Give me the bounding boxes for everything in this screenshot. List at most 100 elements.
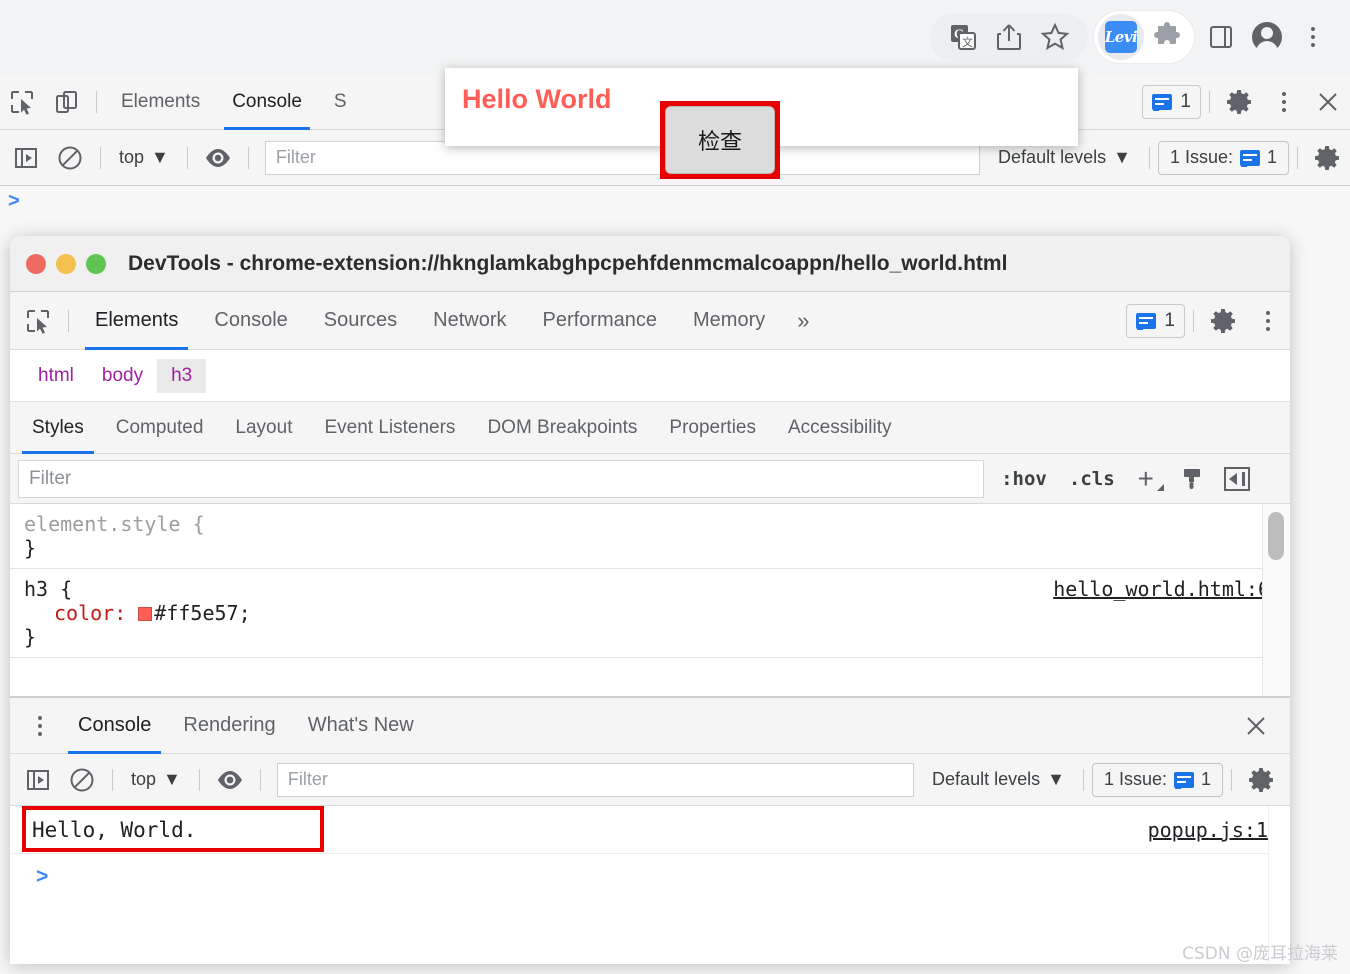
bg-log-levels-select[interactable]: Default levels ▼ [988, 147, 1141, 168]
bg-tab-sources[interactable]: S [318, 74, 363, 130]
print-media-icon[interactable] [1170, 465, 1214, 493]
inspect-element-icon[interactable] [0, 82, 44, 122]
profile-avatar-icon[interactable] [1244, 14, 1290, 60]
subtab-dom-breakpoints[interactable]: DOM Breakpoints [471, 402, 653, 454]
bg-settings-gear-icon[interactable] [1218, 82, 1262, 122]
window-close-button[interactable] [26, 253, 46, 274]
translate-icon[interactable]: G 文 [940, 14, 986, 60]
extension-action-group: Levi [1094, 11, 1194, 63]
style-rule-close-brace: } [24, 536, 37, 560]
bookmark-star-icon[interactable] [1032, 14, 1078, 60]
console-log-text: Hello, World. [32, 817, 197, 842]
devtools-panel-tabbar: Elements Console Sources Network Perform… [10, 292, 1290, 350]
extension-levi-icon[interactable]: Levi [1098, 14, 1144, 60]
console-log-source-link[interactable]: popup.js:1 [1148, 818, 1268, 842]
drawer-tab-rendering[interactable]: Rendering [167, 698, 291, 754]
settings-gear-icon[interactable] [1202, 301, 1246, 341]
chevron-down-icon: ▼ [1113, 147, 1131, 167]
style-rule-element-style[interactable]: element.style { } [10, 504, 1290, 569]
avatar [1252, 22, 1282, 54]
styles-filter-input[interactable]: Filter [18, 459, 985, 498]
tab-elements[interactable]: Elements [77, 292, 196, 350]
subtab-computed[interactable]: Computed [100, 402, 220, 454]
breadcrumb-item-html[interactable]: html [24, 359, 88, 393]
drawer-tab-console[interactable]: Console [62, 698, 167, 754]
breadcrumb: html body h3 [10, 350, 1290, 402]
drawer-tab-whats-new[interactable]: What's New [292, 698, 430, 754]
style-rule-h3[interactable]: h3 { color: #ff5e57; } hello_world.html:… [10, 569, 1290, 658]
styles-scrollbar[interactable] [1262, 504, 1290, 704]
drawer-console-filter-input[interactable]: Filter [276, 762, 915, 797]
breadcrumb-item-h3[interactable]: h3 [157, 358, 207, 393]
styles-scrollbar-thumb[interactable] [1268, 512, 1284, 560]
breadcrumb-item-body[interactable]: body [88, 359, 157, 393]
divider [186, 146, 188, 169]
browser-menu-icon[interactable] [1290, 14, 1336, 60]
side-panel-icon[interactable] [1198, 14, 1244, 60]
tab-console[interactable]: Console [196, 292, 305, 350]
more-options-icon[interactable] [1246, 301, 1290, 341]
live-expression-eye-icon[interactable] [208, 760, 252, 800]
message-badge-icon [1136, 312, 1157, 329]
drawer-close-icon[interactable] [1234, 706, 1278, 746]
drawer-log-levels-select[interactable]: Default levels ▼ [922, 769, 1075, 790]
subtab-styles[interactable]: Styles [16, 402, 100, 454]
style-rule-close-brace: } [24, 625, 37, 649]
tab-network[interactable]: Network [415, 292, 524, 350]
clear-console-icon[interactable] [48, 138, 92, 178]
new-style-rule-button[interactable]: + [1126, 464, 1170, 493]
inspect-button[interactable]: 检查 [665, 106, 775, 174]
more-tabs-icon[interactable]: » [783, 308, 823, 334]
drawer-console-settings-gear-icon[interactable] [1240, 760, 1284, 800]
style-declaration[interactable]: color: #ff5e57; [24, 601, 1290, 625]
window-title: DevTools - chrome-extension://hknglamkab… [128, 251, 1008, 275]
bg-issues-chip[interactable]: 1 Issue: 1 [1157, 140, 1289, 175]
message-count-badge[interactable]: 1 [1126, 303, 1185, 338]
style-source-link[interactable]: hello_world.html:6 [1053, 577, 1270, 601]
divider [112, 768, 113, 791]
extensions-puzzle-icon[interactable] [1144, 14, 1190, 60]
inspect-element-icon[interactable] [16, 301, 60, 341]
bg-tab-elements[interactable]: Elements [105, 74, 216, 130]
execution-context-select[interactable]: top ▼ [109, 147, 179, 168]
drawer-issues-count: 1 [1200, 769, 1211, 789]
devtools-titlebar: DevTools - chrome-extension://hknglamkab… [10, 236, 1290, 292]
window-zoom-button[interactable] [86, 253, 106, 274]
tab-performance[interactable]: Performance [525, 292, 676, 350]
divider [259, 768, 261, 791]
tab-memory[interactable]: Memory [675, 292, 783, 350]
toggle-hover-state-button[interactable]: :hov [990, 468, 1058, 490]
bg-console-prompt[interactable]: > [8, 190, 20, 213]
tab-sources[interactable]: Sources [306, 292, 415, 350]
live-expression-eye-icon[interactable] [196, 138, 240, 178]
divider [68, 309, 69, 332]
toggle-class-button[interactable]: .cls [1058, 468, 1126, 490]
clear-console-icon[interactable] [60, 760, 104, 800]
inspect-button-highlight: 检查 [660, 101, 780, 179]
bg-message-count-badge[interactable]: 1 [1142, 84, 1201, 119]
window-minimize-button[interactable] [56, 253, 76, 274]
share-icon[interactable] [986, 14, 1032, 60]
drawer-execution-context-select[interactable]: top ▼ [121, 769, 191, 790]
style-rule-selector: element.style { [24, 512, 205, 536]
drawer-issues-chip[interactable]: 1 Issue: 1 [1091, 762, 1223, 797]
device-toolbar-icon[interactable] [44, 82, 88, 122]
bg-message-count: 1 [1180, 90, 1191, 112]
console-log-list: Hello, World. popup.js:1 > [10, 806, 1290, 964]
subtab-properties[interactable]: Properties [653, 402, 772, 454]
console-sidebar-toggle-icon[interactable] [16, 760, 60, 800]
bg-console-settings-gear-icon[interactable] [1306, 138, 1350, 178]
color-swatch[interactable] [138, 607, 153, 621]
subtab-layout[interactable]: Layout [219, 402, 308, 454]
extension-levi-badge: Levi [1105, 21, 1138, 53]
drawer-more-tools-icon[interactable] [18, 706, 62, 746]
toggle-sidebar-icon[interactable] [1224, 466, 1250, 491]
bg-more-options-icon[interactable] [1262, 82, 1306, 122]
bg-close-devtools-icon[interactable] [1306, 82, 1350, 122]
console-input-prompt[interactable]: > [10, 854, 1290, 900]
subtab-event-listeners[interactable]: Event Listeners [308, 402, 471, 454]
bg-tab-console[interactable]: Console [216, 74, 318, 130]
console-sidebar-toggle-icon[interactable] [4, 138, 48, 178]
console-log-entry[interactable]: Hello, World. popup.js:1 [10, 806, 1290, 854]
subtab-accessibility[interactable]: Accessibility [772, 402, 907, 454]
